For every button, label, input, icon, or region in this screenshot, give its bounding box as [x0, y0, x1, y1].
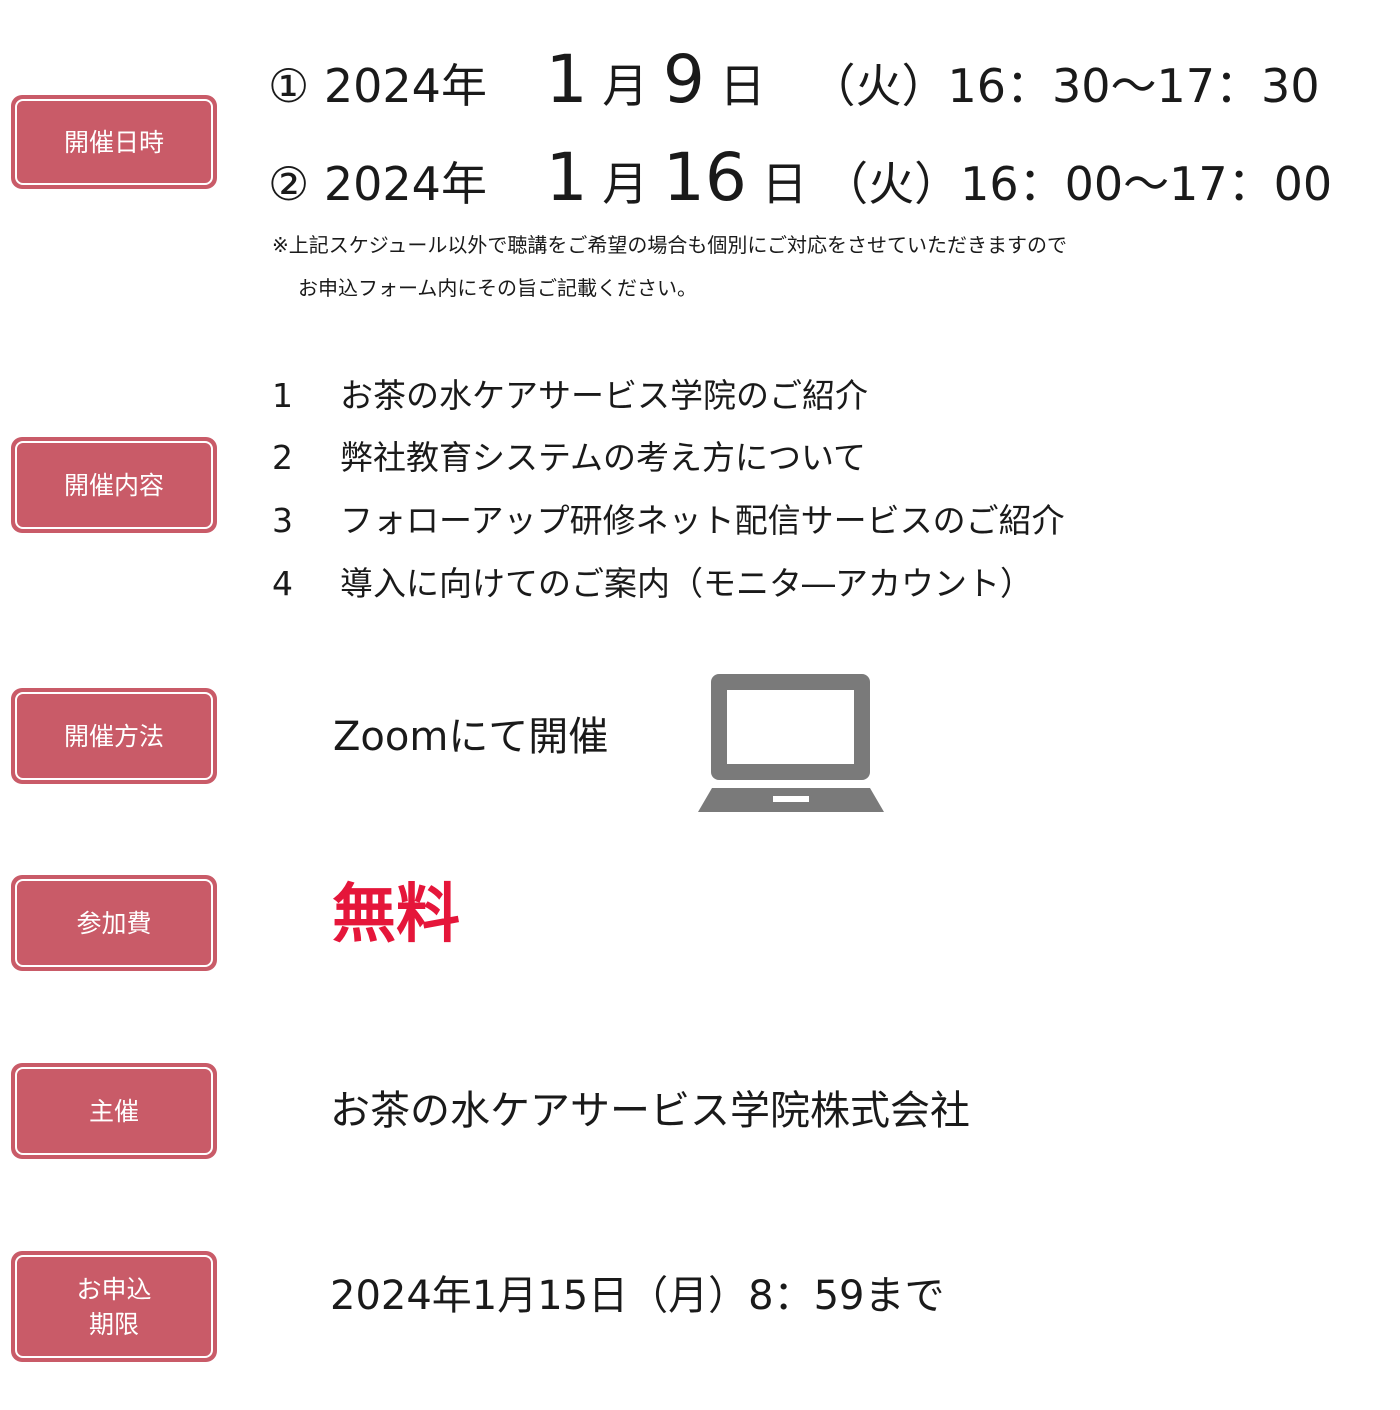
label-content: 開催内容 [11, 437, 217, 533]
schedule-day: 9 [662, 41, 705, 118]
schedule-note-line-1: ※上記スケジュール以外で聴講をご希望の場合も個別にご対応をさせていただきますので [272, 233, 1067, 257]
organizer-text: お茶の水ケアサービス学院株式会社 [330, 1088, 970, 1134]
label-fee-text: 参加費 [76, 908, 152, 938]
schedule-day: 16 [662, 139, 747, 216]
schedule-day-unit: 日 [761, 157, 808, 211]
schedule-year: 2024年 [323, 59, 487, 113]
agenda-number: 3 [272, 501, 293, 540]
method-text: Zoomにて開催 [333, 714, 609, 760]
schedule-row-1: ① 2024年 1 月 9 日（火）16：30〜17：30 [268, 47, 1320, 116]
agenda-item: 2 弊社教育システムの考え方について [272, 437, 866, 479]
agenda-text: お茶の水ケアサービス学院のご紹介 [340, 376, 868, 415]
label-content-text: 開催内容 [63, 470, 164, 500]
agenda-item: 3 フォローアップ研修ネット配信サービスのご紹介 [272, 500, 1065, 542]
schedule-month-unit: 月 [602, 157, 649, 211]
label-organizer-text: 主催 [88, 1096, 139, 1126]
schedule-month: 1 [545, 41, 588, 118]
label-organizer: 主催 [11, 1063, 217, 1159]
agenda-number: 1 [272, 376, 293, 415]
agenda-text: 弊社教育システムの考え方について [340, 438, 867, 477]
agenda-item: 1 お茶の水ケアサービス学院のご紹介 [272, 375, 868, 417]
agenda-text: 導入に向けてのご案内（モニタ―アカウント） [340, 564, 1033, 603]
agenda-item: 4 導入に向けてのご案内（モニタ―アカウント） [272, 563, 1033, 605]
schedule-day-unit: 日 [719, 59, 766, 113]
schedule-time: （火）16：00〜17：00 [822, 157, 1333, 211]
agenda-number: 2 [272, 438, 293, 477]
schedule-month-unit: 月 [602, 59, 649, 113]
fee-text: 無料 [332, 878, 460, 952]
label-deadline-line2: 期限 [88, 1309, 139, 1339]
laptop-icon [698, 674, 884, 812]
schedule-year: 2024年 [323, 157, 487, 211]
agenda-number: 4 [272, 564, 293, 603]
label-method: 開催方法 [11, 688, 217, 784]
schedule-month: 1 [545, 139, 588, 216]
label-datetime: 開催日時 [11, 95, 217, 189]
label-method-text: 開催方法 [63, 721, 164, 751]
agenda-text: フォローアップ研修ネット配信サービスのご紹介 [340, 501, 1065, 540]
label-datetime-text: 開催日時 [63, 127, 164, 157]
schedule-note-line-2: お申込フォーム内にその旨ご記載ください。 [298, 276, 697, 300]
schedule-marker: ① [268, 59, 310, 113]
label-fee: 参加費 [11, 875, 217, 971]
label-deadline: お申込 期限 [11, 1251, 217, 1362]
schedule-time: （火）16：30〜17：30 [809, 59, 1320, 113]
deadline-text: 2024年1月15日（月）8：59まで [330, 1273, 945, 1319]
label-deadline-line1: お申込 [76, 1274, 152, 1304]
schedule-marker: ② [268, 157, 310, 211]
schedule-row-2: ② 2024年 1 月 16 日 （火）16：00〜17：00 [268, 145, 1333, 214]
